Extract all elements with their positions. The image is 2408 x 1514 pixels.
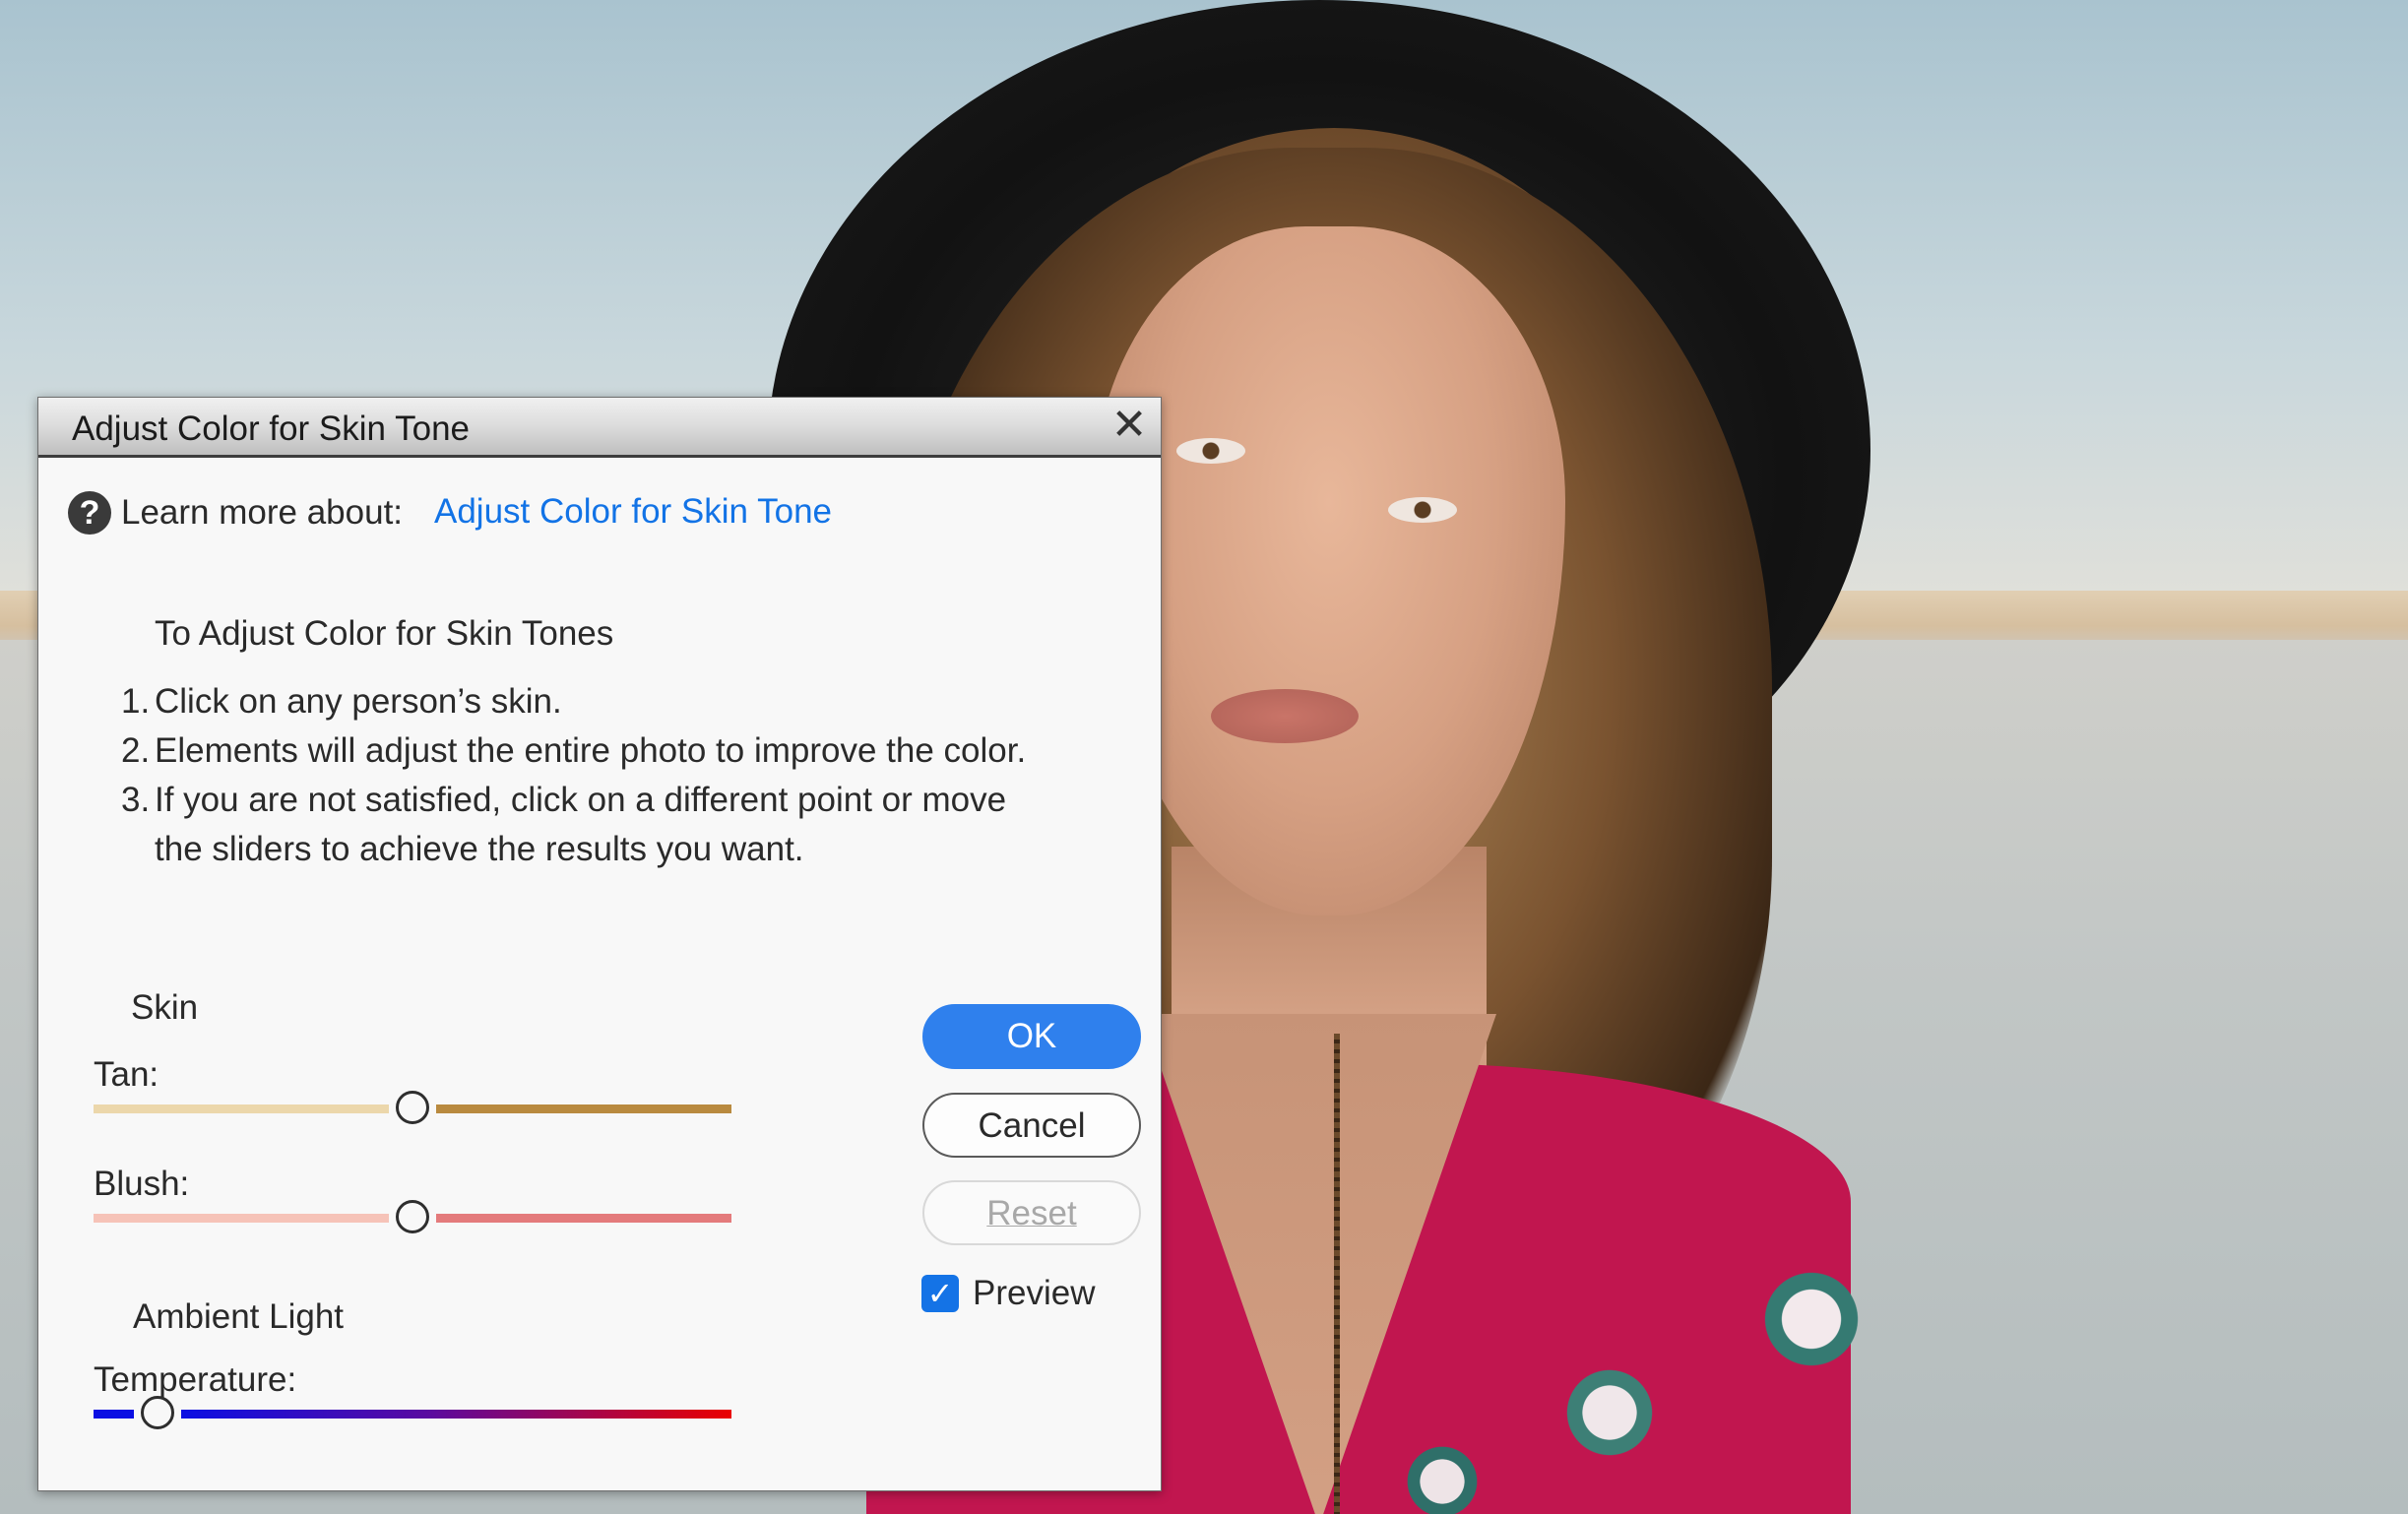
- temperature-label: Temperature:: [94, 1360, 297, 1399]
- help-icon[interactable]: ?: [68, 491, 111, 535]
- close-icon[interactable]: ✕: [1108, 404, 1151, 447]
- step-3-continued: the sliders to achieve the results you w…: [155, 830, 804, 868]
- blush-track-left: [94, 1214, 389, 1223]
- blush-track-right: [436, 1214, 731, 1223]
- instructions-title: To Adjust Color for Skin Tones: [155, 614, 614, 653]
- ambient-light-section-label: Ambient Light: [133, 1297, 345, 1336]
- help-row: ? Learn more about:: [68, 488, 403, 537]
- temperature-slider-thumb[interactable]: [140, 1396, 174, 1429]
- cancel-button[interactable]: Cancel: [922, 1093, 1141, 1158]
- dress-flower: [1555, 1358, 1664, 1467]
- step-text: If you are not satisfied, click on a dif…: [155, 781, 1007, 819]
- preview-label[interactable]: Preview: [973, 1274, 1095, 1313]
- preview-checkbox-row[interactable]: ✓ Preview: [921, 1274, 1095, 1313]
- step-2: 2. Elements will adjust the entire photo…: [121, 726, 1026, 776]
- dialog-title: Adjust Color for Skin Tone: [72, 410, 471, 448]
- dress-flower: [1752, 1260, 1870, 1378]
- step-text: Elements will adjust the entire photo to…: [155, 731, 1027, 770]
- temperature-slider[interactable]: [94, 1396, 731, 1429]
- step-text: Click on any person’s skin.: [155, 682, 562, 721]
- step-number: 2.: [121, 731, 151, 770]
- step-number: 1.: [121, 682, 151, 721]
- tan-track-right: [436, 1104, 731, 1113]
- eye-left: [1176, 438, 1245, 464]
- reset-label: Reset: [986, 1194, 1077, 1232]
- skin-section-label: Skin: [131, 988, 199, 1027]
- eye-right: [1388, 497, 1457, 523]
- necklace: [1334, 1034, 1340, 1514]
- adjust-skin-tone-dialog: Adjust Color for Skin Tone ✕ ? Learn mor…: [37, 397, 1162, 1491]
- temperature-track-right: [180, 1410, 731, 1419]
- preview-checkbox[interactable]: ✓: [921, 1275, 959, 1312]
- learn-more-label: Learn more about:: [121, 493, 404, 532]
- tan-slider[interactable]: [94, 1091, 731, 1124]
- instructions-steps: 1. Click on any person’s skin. 2. Elemen…: [121, 677, 1026, 874]
- temperature-track-left: [94, 1410, 134, 1419]
- help-link[interactable]: Adjust Color for Skin Tone: [434, 492, 832, 532]
- reset-button[interactable]: Reset: [922, 1180, 1141, 1245]
- lips: [1211, 689, 1359, 743]
- tan-label: Tan:: [94, 1055, 159, 1094]
- tan-slider-thumb[interactable]: [396, 1091, 429, 1124]
- step-3: 3. If you are not satisfied, click on a …: [121, 776, 1026, 825]
- blush-slider-thumb[interactable]: [396, 1200, 429, 1233]
- step-1: 1. Click on any person’s skin.: [121, 677, 1026, 726]
- tan-track-left: [94, 1104, 389, 1113]
- ok-button[interactable]: OK: [922, 1004, 1141, 1069]
- blush-label: Blush:: [94, 1165, 190, 1203]
- step-number: 3.: [121, 781, 151, 819]
- blush-slider[interactable]: [94, 1200, 731, 1233]
- title-bar[interactable]: Adjust Color for Skin Tone ✕: [38, 398, 1161, 458]
